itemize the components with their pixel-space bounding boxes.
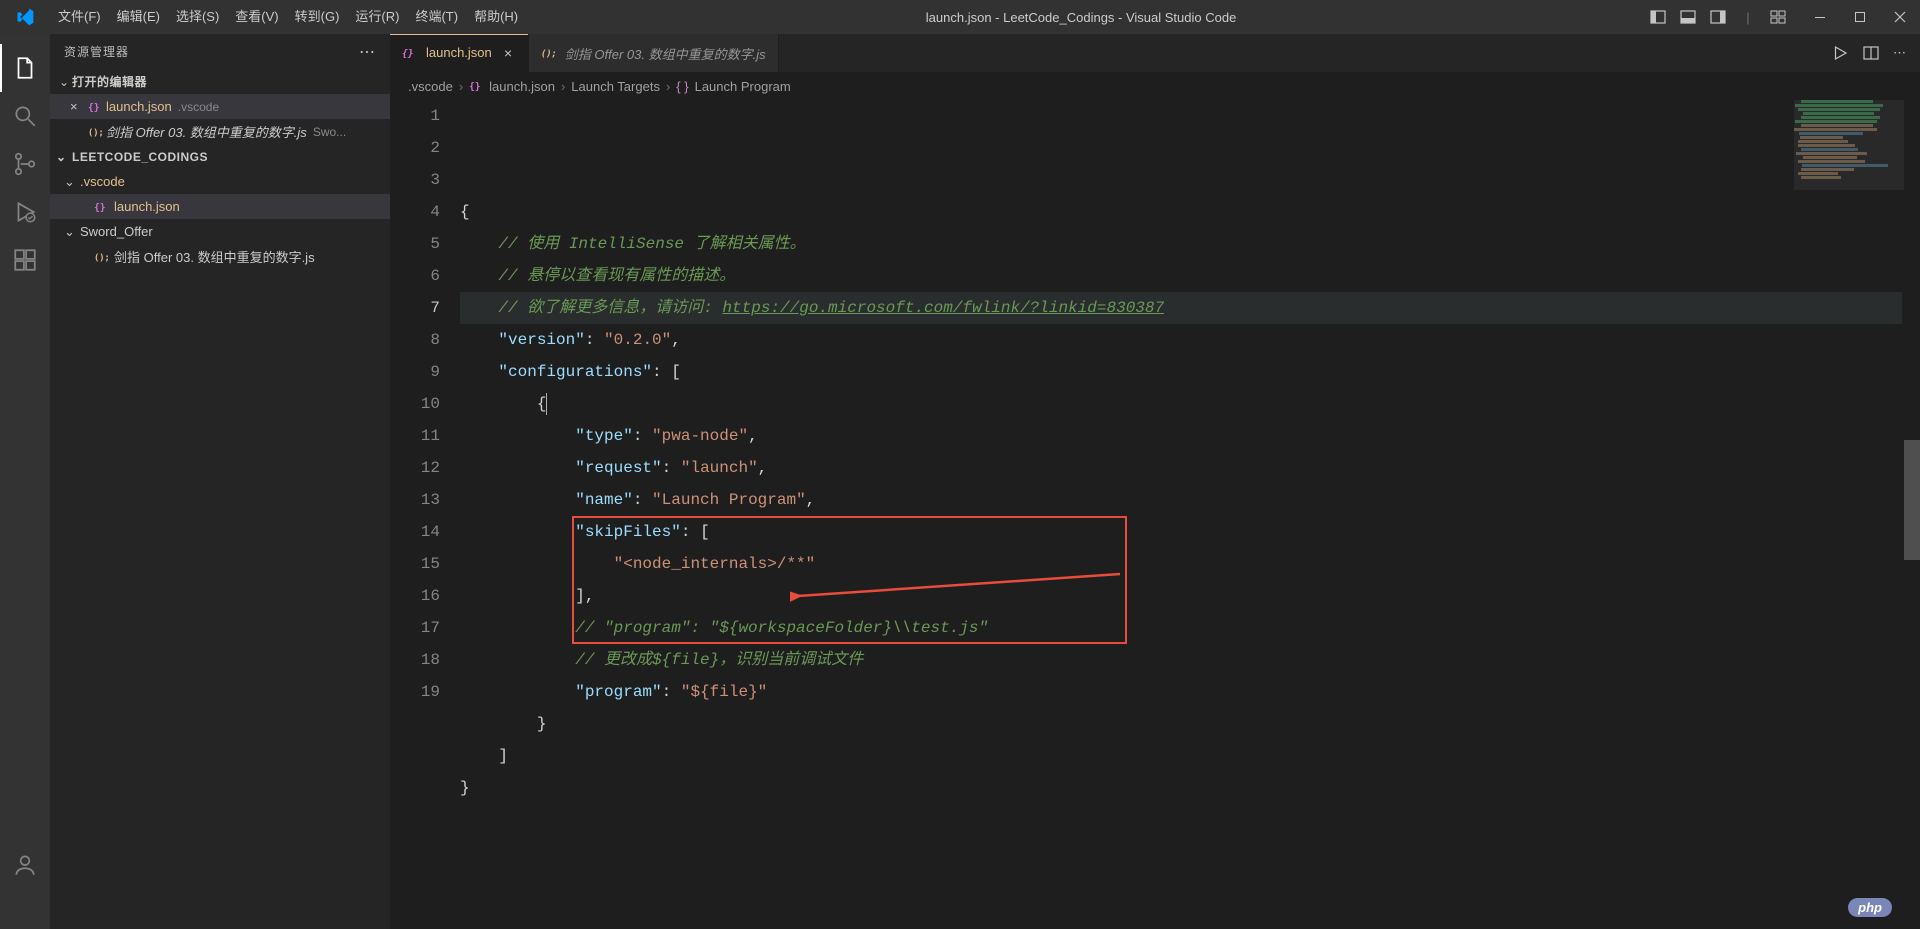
customize-layout-icon[interactable] [1766, 0, 1790, 34]
tree-file[interactable]: {} launch.json [50, 194, 390, 219]
line-number-gutter: 12345678910111213141516171819 [390, 100, 460, 929]
svg-text:{}: {} [88, 102, 100, 113]
vertical-scrollbar[interactable] [1904, 100, 1920, 929]
minimap-slider[interactable] [1794, 100, 1904, 190]
separator: | [1736, 0, 1760, 34]
extensions-icon[interactable] [0, 236, 50, 284]
menu-selection[interactable]: 选择(S) [168, 0, 227, 34]
open-editor-name: 剑指 Offer 03. 数组中重复的数字.js [106, 122, 307, 141]
code-editor[interactable]: 12345678910111213141516171819 { // 使用 In… [390, 100, 1920, 929]
svg-text:{}: {} [94, 202, 106, 213]
menu-terminal[interactable]: 终端(T) [407, 0, 466, 34]
js-file-icon: (); [541, 46, 557, 60]
editor-actions: ⋯ [1817, 34, 1920, 72]
toggle-secondary-sidebar-icon[interactable] [1706, 0, 1730, 34]
tree-item-label: .vscode [80, 174, 125, 189]
tree-folder[interactable]: ⌄ Sword_Offer [50, 219, 390, 244]
tab-label: launch.json [426, 45, 492, 60]
json-file-icon: {} [94, 200, 114, 214]
bracket-icon: { } [676, 79, 688, 94]
tree-item-label: launch.json [114, 199, 180, 214]
menu-file[interactable]: 文件(F) [50, 0, 109, 34]
json-file-icon: {} [402, 46, 418, 60]
run-debug-icon[interactable] [0, 188, 50, 236]
workspace-header[interactable]: ⌄ LEETCODE_CODINGS [50, 144, 390, 169]
breadcrumb-item[interactable]: Launch Targets [571, 79, 660, 94]
layout-controls: | [1636, 0, 1800, 34]
breadcrumbs[interactable]: .vscode › {} launch.json › Launch Target… [390, 72, 1920, 100]
svg-text:();: (); [94, 253, 108, 263]
close-button[interactable] [1880, 0, 1920, 34]
chevron-down-icon: ⌄ [64, 224, 80, 240]
open-editor-item[interactable]: (); 剑指 Offer 03. 数组中重复的数字.js Swo... [50, 119, 390, 144]
chevron-down-icon: ⌄ [64, 174, 80, 190]
open-editors-header[interactable]: ⌄ 打开的编辑器 [50, 69, 390, 94]
scrollbar-thumb[interactable] [1904, 440, 1920, 560]
sidebar-title: 资源管理器 [64, 43, 129, 60]
sidebar-more-icon[interactable]: ⋯ [359, 42, 376, 62]
accounts-icon[interactable] [0, 841, 50, 889]
source-control-icon[interactable] [0, 140, 50, 188]
menu-view[interactable]: 查看(V) [227, 0, 286, 34]
toggle-panel-icon[interactable] [1676, 0, 1700, 34]
sidebar-header: 资源管理器 ⋯ [50, 34, 390, 69]
breadcrumb-item[interactable]: Launch Program [695, 79, 791, 94]
js-file-icon: (); [88, 125, 106, 139]
window-title: launch.json - LeetCode_Codings - Visual … [526, 10, 1636, 25]
window-controls [1800, 0, 1920, 34]
menu-go[interactable]: 转到(G) [287, 0, 348, 34]
svg-text:{}: {} [402, 48, 414, 59]
minimap[interactable] [1794, 100, 1904, 900]
open-editors-label: 打开的编辑器 [72, 73, 147, 90]
explorer-icon[interactable] [0, 44, 50, 92]
svg-text:();: (); [541, 50, 555, 60]
split-editor-icon[interactable] [1863, 45, 1879, 61]
breadcrumb-item[interactable]: launch.json [489, 79, 555, 94]
tab-launch-json[interactable]: {} launch.json × [390, 34, 529, 72]
run-icon[interactable] [1831, 44, 1849, 62]
title-bar: 文件(F) 编辑(E) 选择(S) 查看(V) 转到(G) 运行(R) 终端(T… [0, 0, 1920, 34]
activity-bar [0, 34, 50, 929]
json-file-icon: {} [88, 100, 106, 114]
search-icon[interactable] [0, 92, 50, 140]
breadcrumb-item[interactable]: .vscode [408, 79, 453, 94]
open-editor-name: launch.json [106, 99, 172, 114]
menu-bar: 文件(F) 编辑(E) 选择(S) 查看(V) 转到(G) 运行(R) 终端(T… [50, 0, 526, 34]
svg-text:();: (); [88, 128, 102, 138]
tab-js-file[interactable]: (); 剑指 Offer 03. 数组中重复的数字.js [529, 34, 779, 72]
menu-run[interactable]: 运行(R) [347, 0, 407, 34]
editor-area: {} launch.json × (); 剑指 Offer 03. 数组中重复的… [390, 34, 1920, 929]
js-file-icon: (); [94, 250, 114, 264]
tree-item-label: Sword_Offer [80, 224, 153, 239]
chevron-right-icon: › [666, 79, 670, 94]
chevron-right-icon: › [561, 79, 565, 94]
chevron-down-icon: ⌄ [56, 75, 72, 89]
menu-edit[interactable]: 编辑(E) [109, 0, 168, 34]
tab-label: 剑指 Offer 03. 数组中重复的数字.js [565, 44, 766, 63]
json-file-icon: {} [469, 79, 483, 93]
open-editor-dir: .vscode [178, 100, 219, 114]
code-lines[interactable]: { // 使用 IntelliSense 了解相关属性。 // 悬停以查看现有属… [460, 100, 1920, 929]
tree-file[interactable]: (); 剑指 Offer 03. 数组中重复的数字.js [50, 244, 390, 269]
minimize-button[interactable] [1800, 0, 1840, 34]
more-actions-icon[interactable]: ⋯ [1893, 45, 1906, 61]
open-editor-item[interactable]: × {} launch.json .vscode [50, 94, 390, 119]
maximize-button[interactable] [1840, 0, 1880, 34]
tree-folder[interactable]: ⌄ .vscode [50, 169, 390, 194]
chevron-right-icon: › [459, 79, 463, 94]
vscode-logo-icon [0, 7, 50, 27]
chevron-down-icon: ⌄ [56, 150, 72, 164]
svg-text:{}: {} [469, 82, 481, 93]
toggle-primary-sidebar-icon[interactable] [1646, 0, 1670, 34]
php-badge: php [1848, 898, 1892, 917]
menu-help[interactable]: 帮助(H) [466, 0, 526, 34]
close-icon[interactable]: × [70, 99, 88, 114]
open-editor-dir: Swo... [313, 125, 346, 139]
tree-item-label: 剑指 Offer 03. 数组中重复的数字.js [114, 247, 315, 266]
tab-close-icon[interactable]: × [500, 45, 516, 61]
sidebar-explorer: 资源管理器 ⋯ ⌄ 打开的编辑器 × {} launch.json .vscod… [50, 34, 390, 929]
workspace-name: LEETCODE_CODINGS [72, 150, 208, 164]
tab-bar: {} launch.json × (); 剑指 Offer 03. 数组中重复的… [390, 34, 1920, 72]
